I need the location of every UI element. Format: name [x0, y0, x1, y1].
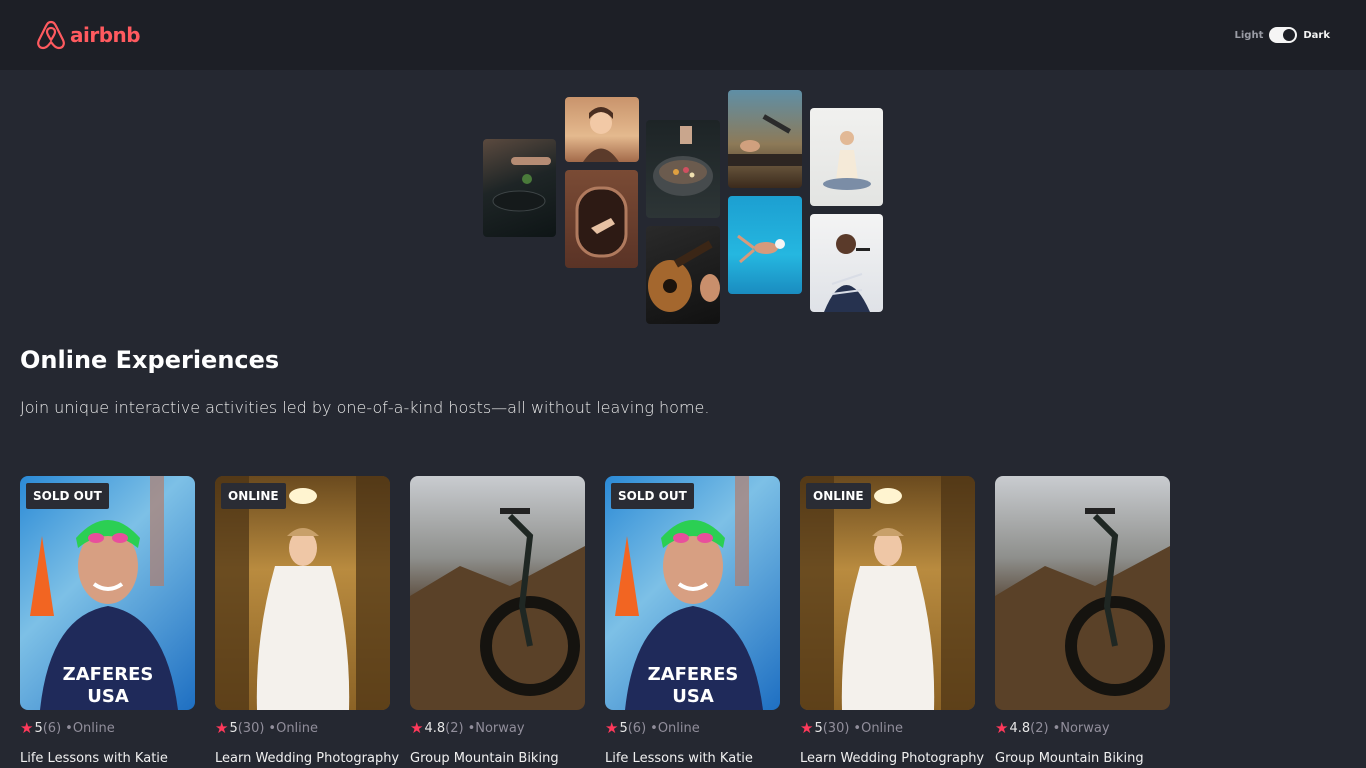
experience-card[interactable]: ONLINE ★ 5 (30) •Online Learn Wedding Ph… [800, 476, 985, 766]
card-stats: ★ 5 (30) •Online [800, 719, 975, 737]
card-reviews: (2) [445, 720, 464, 736]
status-badge: ONLINE [806, 483, 871, 509]
card-image-mountain-bike [410, 476, 585, 710]
svg-text:ZAFERES: ZAFERES [63, 664, 154, 685]
logo-text: airbnb [70, 23, 141, 47]
status-badge: SOLD OUT [611, 483, 694, 509]
card-rating: 4.8 [424, 720, 446, 736]
svg-text:ZAFERES: ZAFERES [648, 664, 739, 685]
photo-yoga [810, 108, 883, 206]
photo-singer [810, 214, 883, 312]
card-location: •Online [65, 720, 115, 736]
photo-dancer-doorway [565, 170, 638, 268]
star-icon: ★ [995, 719, 1009, 737]
card-image-athlete: ZAFERES USA SOLD OUT [20, 476, 195, 710]
card-location: •Online [650, 720, 700, 736]
card-title: Learn Wedding Photography [800, 751, 985, 766]
experience-card[interactable]: ★ 4.8 (2) •Norway Group Mountain Biking [995, 476, 1170, 766]
svg-text:USA: USA [672, 686, 714, 707]
star-icon: ★ [800, 719, 814, 737]
card-image-mountain-bike [995, 476, 1170, 710]
airbnb-logo-icon [37, 20, 65, 50]
card-rating: 5 [814, 720, 823, 736]
card-location: •Norway [467, 720, 525, 736]
card-stats: ★ 5 (30) •Online [215, 719, 390, 737]
card-title: Learn Wedding Photography [215, 751, 400, 766]
photo-guitar [646, 226, 720, 324]
card-title: Group Mountain Biking [995, 751, 1144, 766]
experience-card[interactable]: ZAFERES USA SOLD OUT ★ 5 (6) •Online Lif… [20, 476, 195, 766]
card-image-bride: ONLINE [215, 476, 390, 710]
card-image-bride: ONLINE [800, 476, 975, 710]
experience-card[interactable]: ★ 4.8 (2) •Norway Group Mountain Biking [410, 476, 585, 766]
photo-cooking [483, 139, 556, 237]
theme-toggle-group: Light Dark [1234, 27, 1330, 43]
photo-food-bowl [646, 120, 720, 218]
card-stats: ★ 4.8 (2) •Norway [995, 719, 1170, 737]
card-reviews: (6) [42, 720, 62, 736]
star-icon: ★ [605, 719, 619, 737]
photo-musician-microphone [728, 90, 802, 188]
experience-card[interactable]: ONLINE ★ 5 (30) •Online Learn Wedding Ph… [215, 476, 400, 766]
card-title: Life Lessons with Katie [20, 751, 168, 766]
card-stats: ★ 4.8 (2) •Norway [410, 719, 585, 737]
card-title: Group Mountain Biking [410, 751, 559, 766]
page-title: Online Experiences [20, 346, 280, 374]
star-icon: ★ [410, 719, 424, 737]
card-title: Life Lessons with Katie [605, 751, 753, 766]
status-badge: SOLD OUT [26, 483, 109, 509]
photo-woman-portrait [565, 97, 639, 162]
card-reviews: (30) [822, 720, 850, 736]
experience-card[interactable]: ZAFERES USA SOLD OUT ★ 5 (6) •Online Lif… [605, 476, 780, 766]
card-rating: 5 [34, 720, 43, 736]
toggle-dark-label: Dark [1303, 29, 1330, 41]
card-location: •Online [268, 720, 319, 736]
navbar: airbnb Light Dark [0, 0, 1366, 70]
toggle-knob [1283, 29, 1296, 41]
card-rating: 5 [619, 720, 628, 736]
card-reviews: (30) [237, 720, 265, 736]
star-icon: ★ [215, 719, 229, 737]
card-stats: ★ 5 (6) •Online [605, 719, 780, 737]
card-location: •Online [853, 720, 904, 736]
card-reviews: (6) [627, 720, 647, 736]
svg-text:USA: USA [87, 686, 129, 707]
photo-swimmer [728, 196, 802, 294]
card-reviews: (2) [1030, 720, 1049, 736]
card-rating: 5 [229, 720, 238, 736]
star-icon: ★ [20, 719, 34, 737]
card-rating: 4.8 [1009, 720, 1031, 736]
card-image-athlete: ZAFERES USA SOLD OUT [605, 476, 780, 710]
toggle-light-label: Light [1234, 29, 1264, 41]
page-subtitle: Join unique interactive activities led b… [20, 398, 710, 417]
status-badge: ONLINE [221, 483, 286, 509]
theme-toggle[interactable] [1269, 27, 1298, 43]
airbnb-logo[interactable]: airbnb [36, 19, 141, 51]
card-location: •Norway [1052, 720, 1110, 736]
card-stats: ★ 5 (6) •Online [20, 719, 195, 737]
